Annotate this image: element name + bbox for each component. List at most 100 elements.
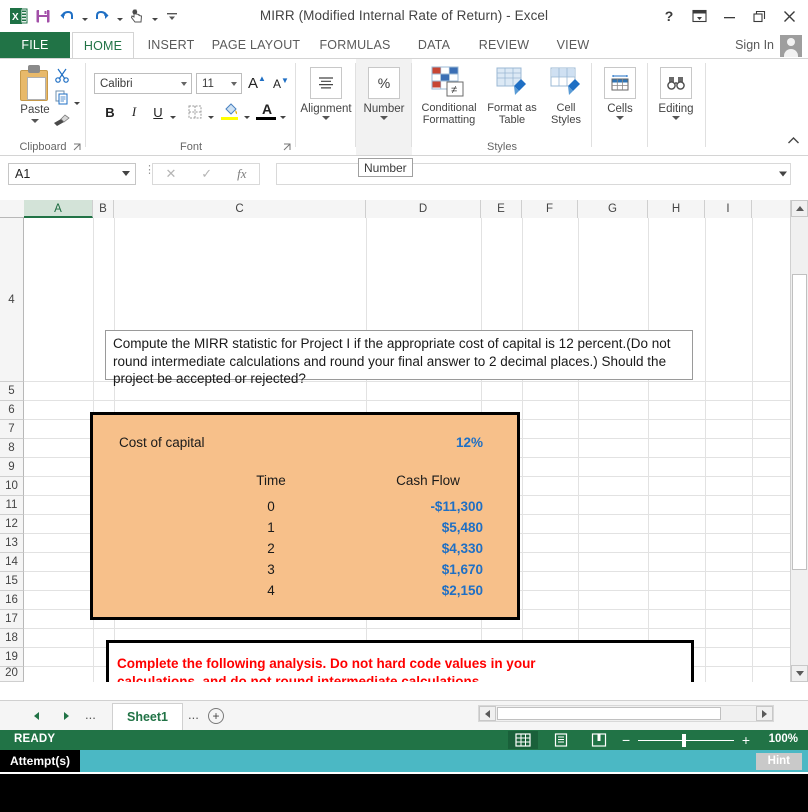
- close-icon[interactable]: [774, 5, 804, 27]
- underline-button[interactable]: U: [148, 101, 168, 123]
- tab-insert[interactable]: INSERT: [140, 32, 202, 58]
- data-table-box[interactable]: Cost of capital 12% Time Cash Flow 0 -$1…: [90, 412, 520, 620]
- fill-color-dropdown-icon[interactable]: [242, 103, 251, 125]
- row-header-14[interactable]: 14: [0, 553, 24, 572]
- row-header-15[interactable]: 15: [0, 572, 24, 591]
- tab-formulas[interactable]: FORMULAS: [312, 32, 398, 58]
- horizontal-scrollbar[interactable]: [478, 705, 774, 722]
- name-box[interactable]: A1: [8, 163, 136, 185]
- vertical-scrollbar[interactable]: [790, 200, 808, 682]
- format-as-table-button[interactable]: Format as Table: [484, 63, 540, 143]
- tab-page-layout[interactable]: PAGE LAYOUT: [206, 32, 306, 58]
- conditional-formatting-button[interactable]: ≠ Conditional Formatting: [416, 63, 482, 143]
- cells-button[interactable]: Cells: [592, 63, 648, 143]
- cut-button[interactable]: [50, 65, 74, 85]
- tab-view[interactable]: VIEW: [546, 32, 600, 58]
- page-break-preview-button[interactable]: [584, 731, 614, 749]
- column-header-H[interactable]: H: [648, 200, 705, 218]
- bold-button[interactable]: B: [100, 101, 120, 123]
- column-header-E[interactable]: E: [481, 200, 522, 218]
- row-header-4[interactable]: 4: [0, 218, 24, 382]
- alignment-button[interactable]: Alignment: [298, 63, 354, 143]
- row-header-12[interactable]: 12: [0, 515, 24, 534]
- column-header-I[interactable]: I: [705, 200, 752, 218]
- editing-dropdown-icon[interactable]: [672, 116, 680, 120]
- zoom-out-button[interactable]: −: [622, 731, 630, 749]
- normal-view-button[interactable]: [508, 731, 538, 749]
- font-name-dropdown-icon[interactable]: [181, 81, 187, 86]
- insert-function-icon[interactable]: fx: [237, 166, 246, 182]
- borders-button[interactable]: [184, 101, 206, 123]
- row-header-5[interactable]: 5: [0, 382, 24, 401]
- row-header-19[interactable]: 19: [0, 648, 24, 667]
- expand-formula-bar-icon[interactable]: [779, 171, 787, 177]
- row-header-20[interactable]: 20: [0, 667, 24, 682]
- row-header-16[interactable]: 16: [0, 591, 24, 610]
- scroll-left-button[interactable]: [479, 706, 496, 721]
- cancel-icon[interactable]: ✕: [165, 166, 176, 182]
- collapse-ribbon-icon[interactable]: [787, 133, 800, 151]
- column-header-F[interactable]: F: [522, 200, 578, 218]
- row-header-6[interactable]: 6: [0, 401, 24, 420]
- scroll-right-button[interactable]: [756, 706, 773, 721]
- row-header-17[interactable]: 17: [0, 610, 24, 629]
- row-header-10[interactable]: 10: [0, 477, 24, 496]
- editing-button[interactable]: Editing: [648, 63, 704, 143]
- clipboard-dialog-launcher[interactable]: [73, 143, 83, 153]
- row-header-8[interactable]: 8: [0, 439, 24, 458]
- left-sheet-ellipsis[interactable]: ...: [85, 707, 96, 722]
- copy-dropdown-icon[interactable]: [72, 89, 81, 111]
- borders-dropdown-icon[interactable]: [206, 103, 215, 125]
- sign-in-link[interactable]: Sign In: [735, 32, 774, 58]
- font-dialog-launcher[interactable]: [283, 143, 293, 153]
- italic-button[interactable]: I: [124, 101, 144, 123]
- shrink-font-button[interactable]: A ▼: [270, 73, 292, 94]
- cells-dropdown-icon[interactable]: [616, 116, 624, 120]
- grid-area[interactable]: Compute the MIRR statistic for Project I…: [24, 218, 790, 682]
- column-header-C[interactable]: C: [114, 200, 366, 218]
- tab-review[interactable]: REVIEW: [468, 32, 540, 58]
- alignment-dropdown-icon[interactable]: [322, 116, 330, 120]
- scroll-up-button[interactable]: [791, 200, 808, 217]
- formula-input[interactable]: [276, 163, 791, 185]
- zoom-slider[interactable]: − +: [622, 731, 750, 749]
- previous-sheet-button[interactable]: [28, 709, 44, 723]
- question-text-cell[interactable]: Compute the MIRR statistic for Project I…: [105, 330, 693, 386]
- font-size-input[interactable]: 11: [196, 73, 242, 94]
- column-header-partial[interactable]: [752, 200, 790, 218]
- number-dropdown-icon[interactable]: [380, 116, 388, 120]
- next-sheet-button[interactable]: [58, 709, 74, 723]
- font-color-dropdown-icon[interactable]: [278, 103, 287, 125]
- zoom-slider-thumb[interactable]: [682, 734, 686, 747]
- row-header-11[interactable]: 11: [0, 496, 24, 515]
- zoom-level[interactable]: 100%: [769, 733, 798, 745]
- scroll-down-button[interactable]: [791, 665, 808, 682]
- horizontal-scroll-thumb[interactable]: [497, 707, 721, 720]
- vertical-scroll-thumb[interactable]: [792, 274, 807, 570]
- column-header-G[interactable]: G: [578, 200, 648, 218]
- add-sheet-button[interactable]: +: [208, 708, 224, 724]
- ribbon-display-options-icon[interactable]: [684, 5, 714, 27]
- help-icon[interactable]: ?: [654, 5, 684, 27]
- minimize-icon[interactable]: [714, 5, 744, 27]
- tab-home[interactable]: HOME: [72, 32, 134, 58]
- font-color-button[interactable]: A: [256, 99, 278, 119]
- tab-data[interactable]: DATA: [406, 32, 462, 58]
- column-header-D[interactable]: D: [366, 200, 481, 218]
- grow-font-button[interactable]: A ▲: [246, 73, 268, 94]
- paste-dropdown-icon[interactable]: [31, 119, 39, 123]
- number-button[interactable]: % Number: [356, 63, 412, 143]
- column-header-B[interactable]: B: [93, 200, 114, 218]
- copy-button[interactable]: [50, 87, 74, 107]
- row-header-18[interactable]: 18: [0, 629, 24, 648]
- row-header-13[interactable]: 13: [0, 534, 24, 553]
- column-header-A[interactable]: A: [24, 200, 93, 218]
- restore-icon[interactable]: [744, 5, 774, 27]
- font-size-dropdown-icon[interactable]: [231, 81, 237, 86]
- avatar[interactable]: [780, 35, 802, 57]
- format-painter-button[interactable]: [48, 109, 76, 131]
- row-header-9[interactable]: 9: [0, 458, 24, 477]
- font-name-input[interactable]: Calibri: [94, 73, 192, 94]
- page-layout-view-button[interactable]: [546, 731, 576, 749]
- hint-button[interactable]: Hint: [755, 753, 802, 770]
